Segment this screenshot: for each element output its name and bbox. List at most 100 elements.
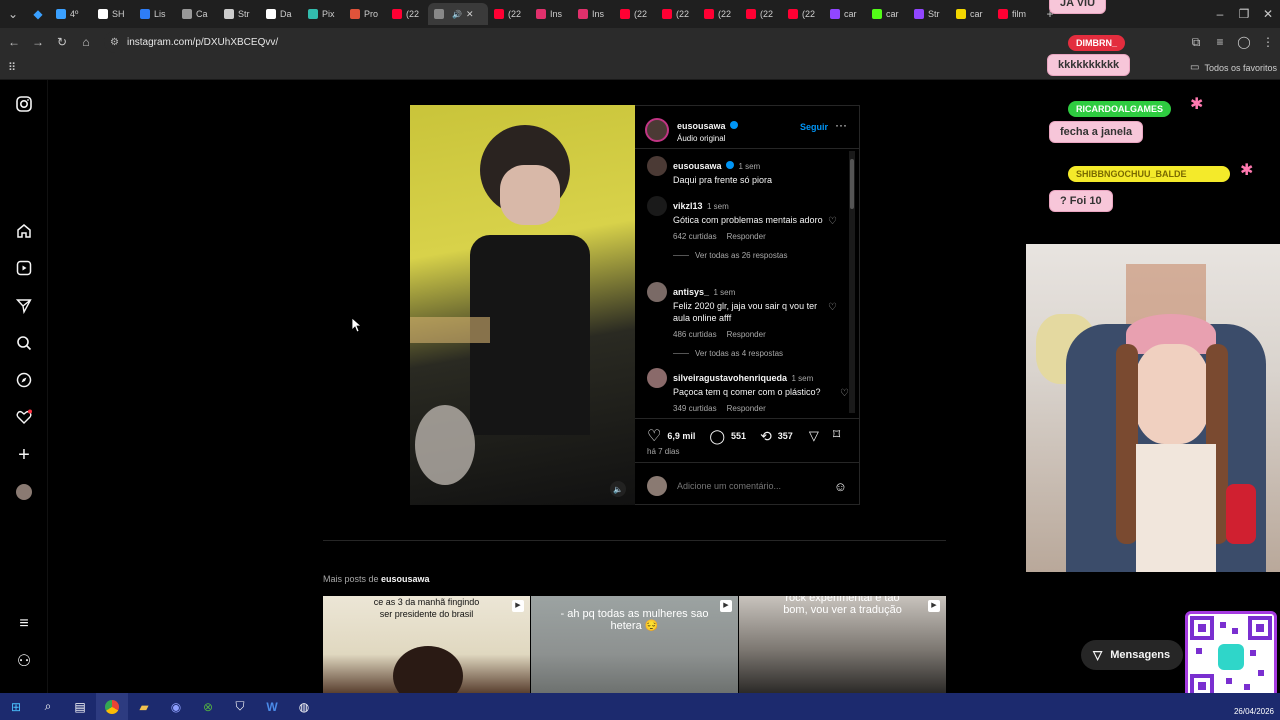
caption-avatar[interactable] — [647, 156, 667, 176]
view-replies-button[interactable]: Ver todas as 4 respostas — [695, 349, 783, 358]
comment-likes[interactable]: 486 curtidas — [673, 330, 717, 339]
tab-list-chevron-icon[interactable]: ⌄ — [0, 2, 26, 26]
like-heart-icon[interactable]: ♡ — [647, 426, 661, 446]
mute-icon[interactable]: 🔈 — [610, 481, 626, 497]
back-icon[interactable]: ← — [2, 30, 26, 54]
close-window-button[interactable]: ✕ — [1256, 2, 1280, 26]
tab-audio-icon[interactable]: 🔊 — [452, 10, 462, 19]
audio-label[interactable]: Áudio original — [677, 134, 738, 143]
comments-scrollbar[interactable] — [849, 151, 855, 413]
home-nav-icon[interactable] — [14, 221, 34, 241]
post-thumbnail[interactable]: - ah pq todas as mulheres sao hetera 😔 ▶ — [531, 596, 738, 693]
caption-username[interactable]: eusousawa — [673, 161, 722, 171]
browser-tab[interactable]: (22 — [782, 3, 824, 25]
obs-icon[interactable]: ◍ — [288, 693, 320, 720]
messages-button[interactable]: ▽ Mensagens — [1081, 640, 1183, 670]
media-icon[interactable]: ≡ — [1208, 30, 1232, 54]
browser-tab[interactable]: Ca — [176, 3, 218, 25]
menu-icon[interactable]: ⋮ — [1256, 30, 1280, 54]
explore-icon[interactable] — [14, 370, 34, 390]
profile-icon[interactable]: ◯ — [1232, 30, 1256, 54]
follow-button[interactable]: Seguir — [800, 122, 828, 132]
direct-messages-icon[interactable] — [14, 296, 34, 316]
more-posts-username[interactable]: eusousawa — [381, 574, 430, 584]
browser-tab[interactable]: Pix — [302, 3, 344, 25]
comment-count[interactable]: 551 — [731, 431, 746, 441]
more-menu-icon[interactable]: ≡ — [14, 614, 34, 634]
comment-username[interactable]: vikzl13 — [673, 201, 703, 211]
comment-avatar[interactable] — [647, 282, 667, 302]
browser-tab[interactable]: (22 — [656, 3, 698, 25]
more-options-icon[interactable]: ··· — [835, 118, 847, 132]
emoji-icon[interactable]: ☺ — [834, 479, 847, 494]
pinned-tab-icon[interactable]: ◆ — [26, 2, 50, 26]
comment-avatar[interactable] — [647, 196, 667, 216]
extensions-icon[interactable]: ⧉ — [1184, 30, 1208, 54]
home-icon[interactable]: ⌂ — [74, 30, 98, 54]
maximize-button[interactable]: ❐ — [1232, 2, 1256, 26]
browser-tab[interactable]: car — [866, 3, 908, 25]
reply-button[interactable]: Responder — [727, 330, 766, 339]
browser-tab[interactable]: Ins — [530, 3, 572, 25]
reply-button[interactable]: Responder — [727, 232, 766, 241]
post-video[interactable]: 🔈 — [410, 105, 635, 505]
browser-tab[interactable]: car — [824, 3, 866, 25]
taskbar-date[interactable]: 26/04/2026 — [1234, 707, 1274, 716]
minimize-button[interactable]: – — [1208, 2, 1232, 26]
browser-tab[interactable]: (22 — [614, 3, 656, 25]
create-plus-icon[interactable]: + — [14, 444, 34, 466]
save-bookmark-icon[interactable]: ⌑ — [833, 426, 840, 443]
post-thumbnail[interactable]: rock experimental é tão bom, vou ver a t… — [739, 596, 946, 693]
reload-icon[interactable]: ↻ — [50, 30, 74, 54]
file-explorer-icon[interactable]: ▰ — [128, 693, 160, 720]
search-icon[interactable] — [14, 333, 34, 353]
comment-avatar[interactable] — [647, 368, 667, 388]
browser-tab[interactable]: Str — [218, 3, 260, 25]
comment-likes[interactable]: 349 curtidas — [673, 404, 717, 413]
browser-tab[interactable]: Ins — [572, 3, 614, 25]
task-view-icon[interactable]: ▤ — [64, 693, 96, 720]
reply-button[interactable]: Responder — [727, 404, 766, 413]
tab-close-icon[interactable]: ✕ — [466, 9, 474, 20]
comment-likes[interactable]: 642 curtidas — [673, 232, 717, 241]
reels-icon[interactable] — [14, 258, 34, 278]
threads-icon[interactable]: ⚇ — [14, 651, 34, 671]
comment-like-heart-icon[interactable]: ♡ — [828, 302, 837, 313]
browser-tab[interactable]: Pro — [344, 3, 386, 25]
browser-tab[interactable]: (22 — [698, 3, 740, 25]
forward-icon[interactable]: → — [26, 30, 50, 54]
windows-start-icon[interactable]: ⊞ — [0, 693, 32, 720]
browser-tab[interactable]: (22 — [386, 3, 428, 25]
discord-icon[interactable]: ◉ — [160, 693, 192, 720]
comment-input[interactable] — [677, 481, 824, 491]
browser-tab[interactable]: Da — [260, 3, 302, 25]
repost-count[interactable]: 357 — [778, 431, 793, 441]
browser-tab[interactable]: 4º — [50, 3, 92, 25]
comment-like-heart-icon[interactable]: ♡ — [828, 216, 837, 227]
chrome-icon[interactable] — [96, 693, 128, 720]
repost-icon[interactable]: ⟲ — [760, 428, 772, 445]
comment-username[interactable]: silveiragustavohenriqueda — [673, 373, 787, 383]
browser-tab[interactable]: film — [992, 3, 1034, 25]
instagram-logo-icon[interactable] — [14, 94, 34, 114]
comment-like-heart-icon[interactable]: ♡ — [840, 388, 849, 399]
view-replies-button[interactable]: Ver todas as 26 respostas — [695, 251, 788, 260]
shield-icon[interactable]: ⛉ — [224, 693, 256, 720]
browser-tab[interactable]: SH — [92, 3, 134, 25]
post-thumbnail[interactable]: ce as 3 da manhã fingindo ser presidente… — [323, 596, 530, 693]
word-icon[interactable]: W — [256, 693, 288, 720]
browser-tab[interactable]: Str — [908, 3, 950, 25]
author-username[interactable]: eusousawa — [677, 121, 726, 131]
profile-avatar[interactable] — [14, 482, 34, 502]
all-bookmarks[interactable]: ▭ Todos os favoritos — [1190, 62, 1277, 73]
xbox-icon[interactable]: ⊗ — [192, 693, 224, 720]
like-count[interactable]: 6,9 mil — [667, 431, 695, 441]
share-icon[interactable]: ▽ — [809, 428, 819, 444]
author-avatar[interactable] — [645, 117, 669, 142]
notifications-heart-icon[interactable] — [14, 407, 34, 427]
address-bar[interactable]: ⚙ instagram.com/p/DXUhXBCEQvv/ — [104, 31, 1104, 53]
browser-tab[interactable]: (22 — [740, 3, 782, 25]
comment-bubble-icon[interactable]: ◯ — [709, 428, 725, 445]
search-icon[interactable]: ⌕ — [32, 693, 64, 720]
browser-tab[interactable]: car — [950, 3, 992, 25]
